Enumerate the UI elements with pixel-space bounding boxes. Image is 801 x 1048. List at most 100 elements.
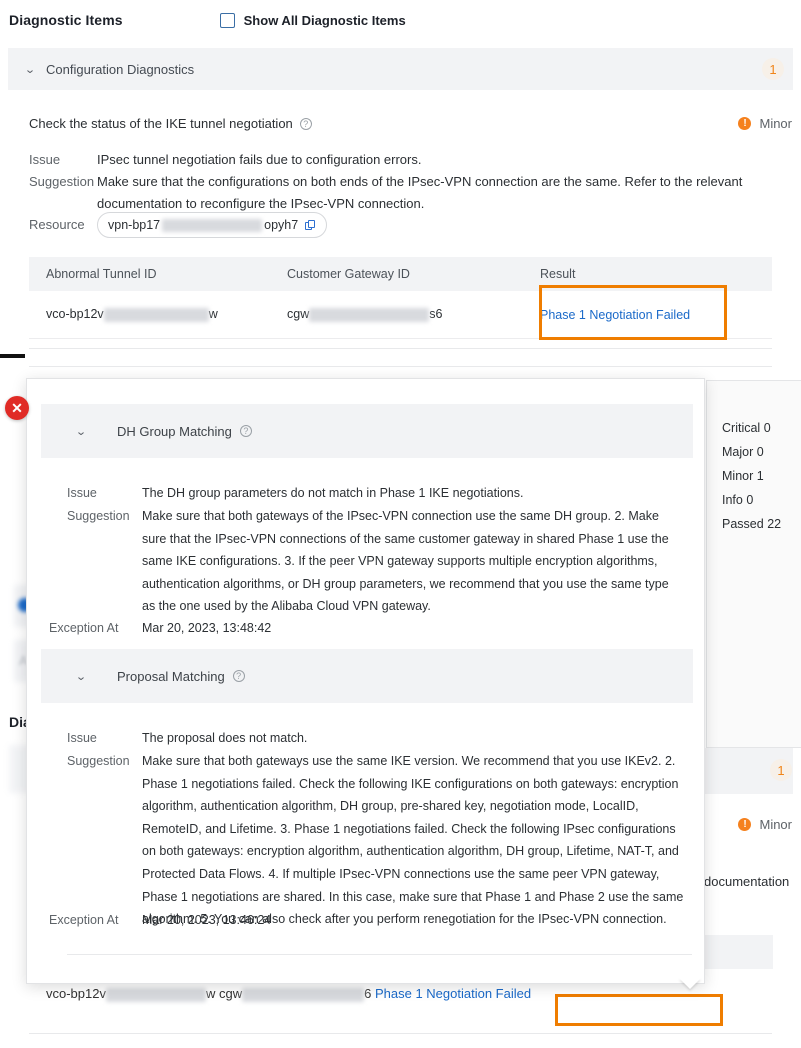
checkbox-label: Show All Diagnostic Items (243, 12, 406, 28)
tunnel-id-prefix: vco-bp12v (46, 307, 104, 322)
group-label: Configuration Diagnostics (46, 61, 195, 77)
divider (29, 348, 772, 349)
issue-value: The DH group parameters do not match in … (142, 486, 524, 500)
diagnostic-item-title: Check the status of the IKE tunnel negot… (29, 116, 312, 131)
bottom-result-highlight-box (555, 994, 723, 1026)
section-suggestion-row: Suggestion Make sure that both gateways … (67, 505, 682, 618)
summary-row-critical: Critical 0 (722, 421, 771, 435)
diagnostic-detail-popover: ⌄ DH Group Matching ? Issue The DH group… (26, 378, 705, 984)
help-icon[interactable]: ? (232, 670, 245, 682)
help-icon[interactable]: ? (299, 117, 312, 130)
suggestion-value: Make sure that both gateways of the IPse… (142, 509, 669, 614)
exception-value: Mar 20, 2023, 13:48:42 (142, 621, 272, 635)
section-header-dh-group-matching[interactable]: ⌄ DH Group Matching ? (41, 404, 693, 458)
redacted-block (105, 987, 206, 1002)
severity-summary-panel: Critical 0 Major 0 Minor 1 Info 0 Passed… (706, 380, 801, 748)
summary-value: 22 (767, 517, 782, 531)
issue-label: Issue (67, 486, 97, 500)
background-severity-badge: ! Minor (738, 817, 792, 832)
cell-tunnel-id: vco-bp12v w (29, 307, 287, 322)
summary-row-major: Major 0 (722, 445, 764, 459)
gateway-id-suffix: s6 (429, 307, 443, 322)
suggestion-label: Suggestion (67, 509, 130, 523)
cell-gateway-id: cgw 6 (219, 986, 375, 1002)
section-label: DH Group Matching (117, 423, 232, 439)
summary-label: Passed (722, 517, 764, 531)
background-severity-label: Minor (759, 817, 792, 832)
section-issue-row: Issue The proposal does not match. (67, 727, 677, 750)
redacted-block (162, 218, 263, 232)
background-count-badge: 1 (770, 759, 792, 781)
redacted-block (103, 307, 209, 322)
page-header: Diagnostic Items Show All Diagnostic Ite… (9, 12, 406, 28)
chevron-down-icon[interactable]: ⌄ (71, 425, 91, 438)
diagnostic-title-text: Check the status of the IKE tunnel negot… (29, 116, 293, 131)
tunnel-id-suffix: w (205, 986, 216, 1001)
resource-label: Resource (29, 217, 85, 232)
tunnel-id-suffix: w (208, 307, 218, 322)
gateway-id-suffix: 6 (364, 986, 372, 1001)
resource-value-pill[interactable]: vpn-bp17 opyh7 (97, 212, 328, 238)
severity-label: Minor (759, 116, 792, 131)
show-all-diagnostic-items-checkbox[interactable]: Show All Diagnostic Items (219, 12, 406, 28)
severity-badge: ! Minor (738, 116, 792, 131)
summary-value: 0 (756, 445, 764, 459)
issue-value: IPsec tunnel negotiation fails due to co… (97, 152, 422, 167)
section-label: Proposal Matching (117, 668, 225, 684)
section-exception-row: Exception At Mar 20, 2023, 13:48:42 (49, 617, 271, 640)
section-header-proposal-matching[interactable]: ⌄ Proposal Matching ? (41, 649, 693, 703)
scroll-indicator (0, 354, 25, 358)
column-header-tunnel-id: Abnormal Tunnel ID (46, 267, 157, 281)
exception-label: Exception At (49, 913, 119, 927)
redacted-block (242, 987, 365, 1002)
section-suggestion-row: Suggestion Make sure that both gateways … (67, 750, 684, 931)
tunnel-id-prefix: vco-bp12v (46, 986, 106, 1001)
suggestion-value: Make sure that both gateways use the sam… (142, 754, 684, 927)
divider (29, 366, 772, 367)
summary-value: 1 (756, 469, 764, 483)
column-header-gateway-id: Customer Gateway ID (287, 267, 410, 281)
background-table-header (704, 935, 773, 969)
summary-row-minor: Minor 1 (722, 469, 764, 483)
warning-icon: ! (738, 818, 752, 831)
help-icon[interactable]: ? (239, 425, 252, 437)
issue-label: Issue (67, 731, 97, 745)
summary-value: 0 (763, 421, 771, 435)
column-header-result: Result (540, 267, 576, 281)
chevron-down-icon[interactable]: ⌄ (71, 670, 91, 683)
resource-row: Resource vpn-bp17 opyh7 (29, 212, 328, 238)
exception-label: Exception At (49, 621, 119, 635)
exception-value: Mar 20, 2023, 13:46:24 (142, 913, 272, 927)
chevron-down-icon[interactable]: ⌄ (20, 63, 40, 76)
resource-id-prefix: vpn-bp17 (108, 218, 161, 232)
cell-tunnel-id: vco-bp12v w (29, 986, 219, 1002)
copy-icon[interactable] (305, 219, 316, 231)
checkbox-box[interactable] (219, 12, 235, 28)
summary-label: Major (722, 445, 754, 459)
issue-row: Issue IPsec tunnel negotiation fails due… (29, 149, 774, 171)
warning-icon: ! (738, 117, 752, 130)
section-issue-row: Issue The DH group parameters do not mat… (67, 482, 677, 505)
issue-label: Issue (29, 152, 61, 167)
suggestion-label: Suggestion (67, 754, 130, 768)
cell-gateway-id: cgw s6 (287, 307, 540, 322)
summary-value: 0 (746, 493, 754, 507)
summary-label: Info (722, 493, 743, 507)
redacted-block (309, 307, 430, 322)
diagnostics-page: Diagnostic Items Show All Diagnostic Ite… (0, 0, 801, 1048)
background-doc-text: documentation (704, 874, 790, 889)
summary-row-passed: Passed 22 (722, 517, 781, 531)
gateway-id-prefix: cgw (219, 986, 243, 1001)
summary-label: Minor (722, 469, 754, 483)
close-icon[interactable]: ✕ (5, 396, 29, 420)
group-count-badge: 1 (762, 58, 784, 80)
popover-arrow (679, 978, 701, 989)
group-header-configuration-diagnostics[interactable]: ⌄ Configuration Diagnostics 1 (8, 48, 793, 90)
summary-row-info: Info 0 (722, 493, 753, 507)
divider (67, 954, 692, 955)
page-title: Diagnostic Items (9, 12, 123, 28)
suggestion-label: Suggestion (29, 174, 95, 189)
result-highlight-box (539, 285, 727, 340)
cell-result-link[interactable]: Phase 1 Negotiation Failed (375, 986, 531, 1001)
suggestion-row: Suggestion Make sure that the configurat… (29, 171, 785, 215)
